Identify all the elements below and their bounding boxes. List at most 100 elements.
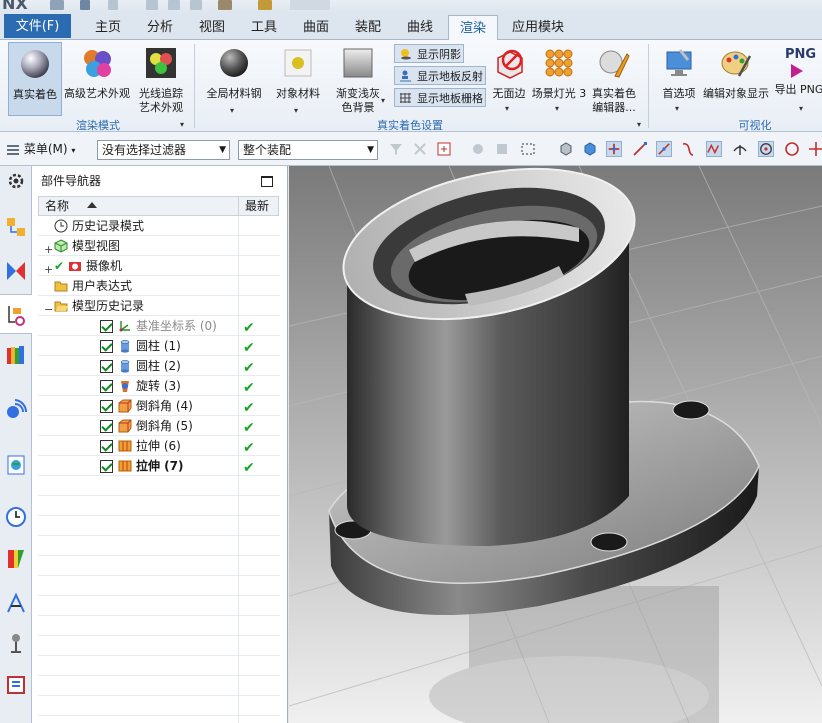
tree-row[interactable]: + 模型视图: [38, 236, 280, 256]
export-png-dropdown-icon[interactable]: ▾: [799, 104, 803, 113]
column-divider[interactable]: [238, 197, 239, 215]
graphics-window[interactable]: [289, 166, 822, 723]
part-navigator-tab[interactable]: [0, 294, 32, 334]
repeat-command-icon[interactable]: [218, 0, 232, 10]
mid-point-icon[interactable]: [656, 141, 672, 157]
process-studio-icon[interactable]: [5, 592, 27, 614]
group-options-icon[interactable]: ▾: [637, 120, 641, 129]
ray-traced-studio-button[interactable]: 光线追踪 艺术外观: [134, 42, 188, 116]
true-shading-button[interactable]: 真实着色: [8, 42, 62, 116]
hd3d-tools-icon[interactable]: [5, 398, 27, 420]
web-browser-icon[interactable]: [5, 454, 27, 476]
group-options-icon[interactable]: ▾: [180, 120, 184, 129]
redo-icon[interactable]: [108, 0, 118, 10]
window-menu[interactable]: [290, 0, 330, 10]
tree-row[interactable]: 圆柱 (1) ✔: [38, 336, 280, 356]
visibility-checkbox[interactable]: [100, 320, 113, 333]
solid-body-icon[interactable]: [582, 141, 598, 157]
view-cube-icon[interactable]: [558, 141, 574, 157]
tab-render[interactable]: 渲染: [448, 15, 498, 40]
circle-center-icon[interactable]: [758, 141, 774, 157]
tree-row[interactable]: 历史记录模式: [38, 216, 280, 236]
roles-icon[interactable]: [5, 674, 27, 696]
tree-row[interactable]: 倒斜角 (4) ✔: [38, 396, 280, 416]
save-icon[interactable]: [50, 0, 64, 10]
select-box-icon[interactable]: [436, 141, 452, 157]
model-render[interactable]: [289, 166, 822, 723]
filter-icon[interactable]: [388, 141, 404, 157]
tree-row[interactable]: 基准坐标系 (0) ✔: [38, 316, 280, 336]
assembly-navigator-icon[interactable]: [5, 216, 27, 238]
tree-row[interactable]: 用户表达式: [38, 276, 280, 296]
visibility-checkbox[interactable]: [100, 460, 113, 473]
selection-scope-select[interactable]: 整个装配 ▼: [238, 140, 378, 160]
cut-icon[interactable]: [146, 0, 158, 10]
tab-home[interactable]: 主页: [84, 15, 132, 40]
column-latest-header[interactable]: 最新: [245, 197, 269, 215]
advanced-studio-button[interactable]: 高级艺术外观: [62, 42, 132, 116]
edit-object-display-button[interactable]: 编辑对象显示: [702, 42, 770, 116]
visibility-checkbox[interactable]: [100, 440, 113, 453]
gradient-background-button[interactable]: 渐变浅灰 色背景: [330, 42, 386, 116]
snap-points-icon[interactable]: [606, 141, 622, 157]
reuse-library-icon[interactable]: [5, 344, 27, 366]
shading-editor-button[interactable]: 真实着色 编辑器...: [588, 42, 640, 116]
reset-filter-icon[interactable]: [412, 141, 428, 157]
visibility-checkbox[interactable]: [100, 340, 113, 353]
touch-mode-icon[interactable]: [258, 0, 272, 10]
undo-icon[interactable]: [80, 0, 90, 10]
copy-icon[interactable]: [168, 0, 180, 10]
intersection-point-icon[interactable]: [706, 141, 722, 157]
tree-row[interactable]: 旋转 (3) ✔: [38, 376, 280, 396]
constraint-navigator-icon[interactable]: [5, 260, 27, 282]
tab-tools[interactable]: 工具: [240, 15, 288, 40]
manufacturing-wizard-icon[interactable]: [5, 632, 27, 654]
global-material-dropdown-icon[interactable]: ▾: [230, 106, 234, 115]
end-point-icon[interactable]: [632, 141, 648, 157]
tree-row[interactable]: + ✔ 摄像机: [38, 256, 280, 276]
object-material-dropdown-icon[interactable]: ▾: [294, 106, 298, 115]
tab-curve[interactable]: 曲线: [396, 15, 444, 40]
point-on-curve-icon[interactable]: [808, 141, 822, 157]
tree-row[interactable]: 圆柱 (2) ✔: [38, 356, 280, 376]
tab-file[interactable]: 文件(F): [4, 14, 71, 38]
system-materials-icon[interactable]: [5, 548, 27, 570]
select-body-icon[interactable]: [494, 141, 510, 157]
show-floor-grid-toggle[interactable]: 显示地板栅格: [394, 88, 486, 107]
scene-lights-dropdown-icon[interactable]: ▾: [555, 104, 559, 113]
control-point-icon[interactable]: [680, 141, 696, 157]
tab-assembly[interactable]: 装配: [344, 15, 392, 40]
preferences-dropdown-icon[interactable]: ▾: [675, 104, 679, 113]
tab-surface[interactable]: 曲面: [292, 15, 340, 40]
show-shadows-toggle[interactable]: 显示阴影: [394, 44, 464, 63]
navigator-column-header[interactable]: 名称 最新: [38, 196, 279, 216]
tab-application[interactable]: 应用模块: [502, 15, 574, 40]
quadrant-point-icon[interactable]: [784, 141, 800, 157]
visibility-checkbox[interactable]: [100, 360, 113, 373]
history-icon[interactable]: [5, 506, 27, 528]
gradient-background-dropdown-icon[interactable]: ▾: [381, 96, 385, 105]
visibility-checkbox[interactable]: [100, 400, 113, 413]
tab-view[interactable]: 视图: [188, 15, 236, 40]
show-floor-reflection-toggle[interactable]: 显示地板反射: [394, 66, 486, 85]
paste-icon[interactable]: [190, 0, 202, 10]
visibility-checkbox[interactable]: [100, 380, 113, 393]
type-filter-select[interactable]: 没有选择过滤器 ▼: [97, 140, 230, 160]
visibility-checkbox[interactable]: [100, 420, 113, 433]
select-feature-icon[interactable]: [470, 141, 486, 157]
maximize-icon[interactable]: [261, 176, 273, 187]
tree-row[interactable]: 拉伸 (6) ✔: [38, 436, 280, 456]
rectangle-selection-icon[interactable]: [520, 141, 536, 157]
object-material-button[interactable]: 对象材料: [270, 42, 326, 116]
global-material-button[interactable]: 全局材料钢: [202, 42, 266, 116]
tree-row[interactable]: 倒斜角 (5) ✔: [38, 416, 280, 436]
tab-analysis[interactable]: 分析: [136, 15, 184, 40]
column-name-header[interactable]: 名称: [45, 197, 69, 215]
arc-center-icon[interactable]: [732, 141, 748, 157]
no-face-edges-dropdown-icon[interactable]: ▾: [505, 104, 509, 113]
tree-row[interactable]: − 模型历史记录: [38, 296, 280, 316]
settings-icon[interactable]: [5, 170, 27, 192]
export-png-button[interactable]: PNG 导出 PNG: [772, 42, 822, 116]
menu-button[interactable]: 菜单(M) ▾: [6, 140, 75, 157]
tree-row[interactable]: 拉伸 (7) ✔: [38, 456, 280, 476]
